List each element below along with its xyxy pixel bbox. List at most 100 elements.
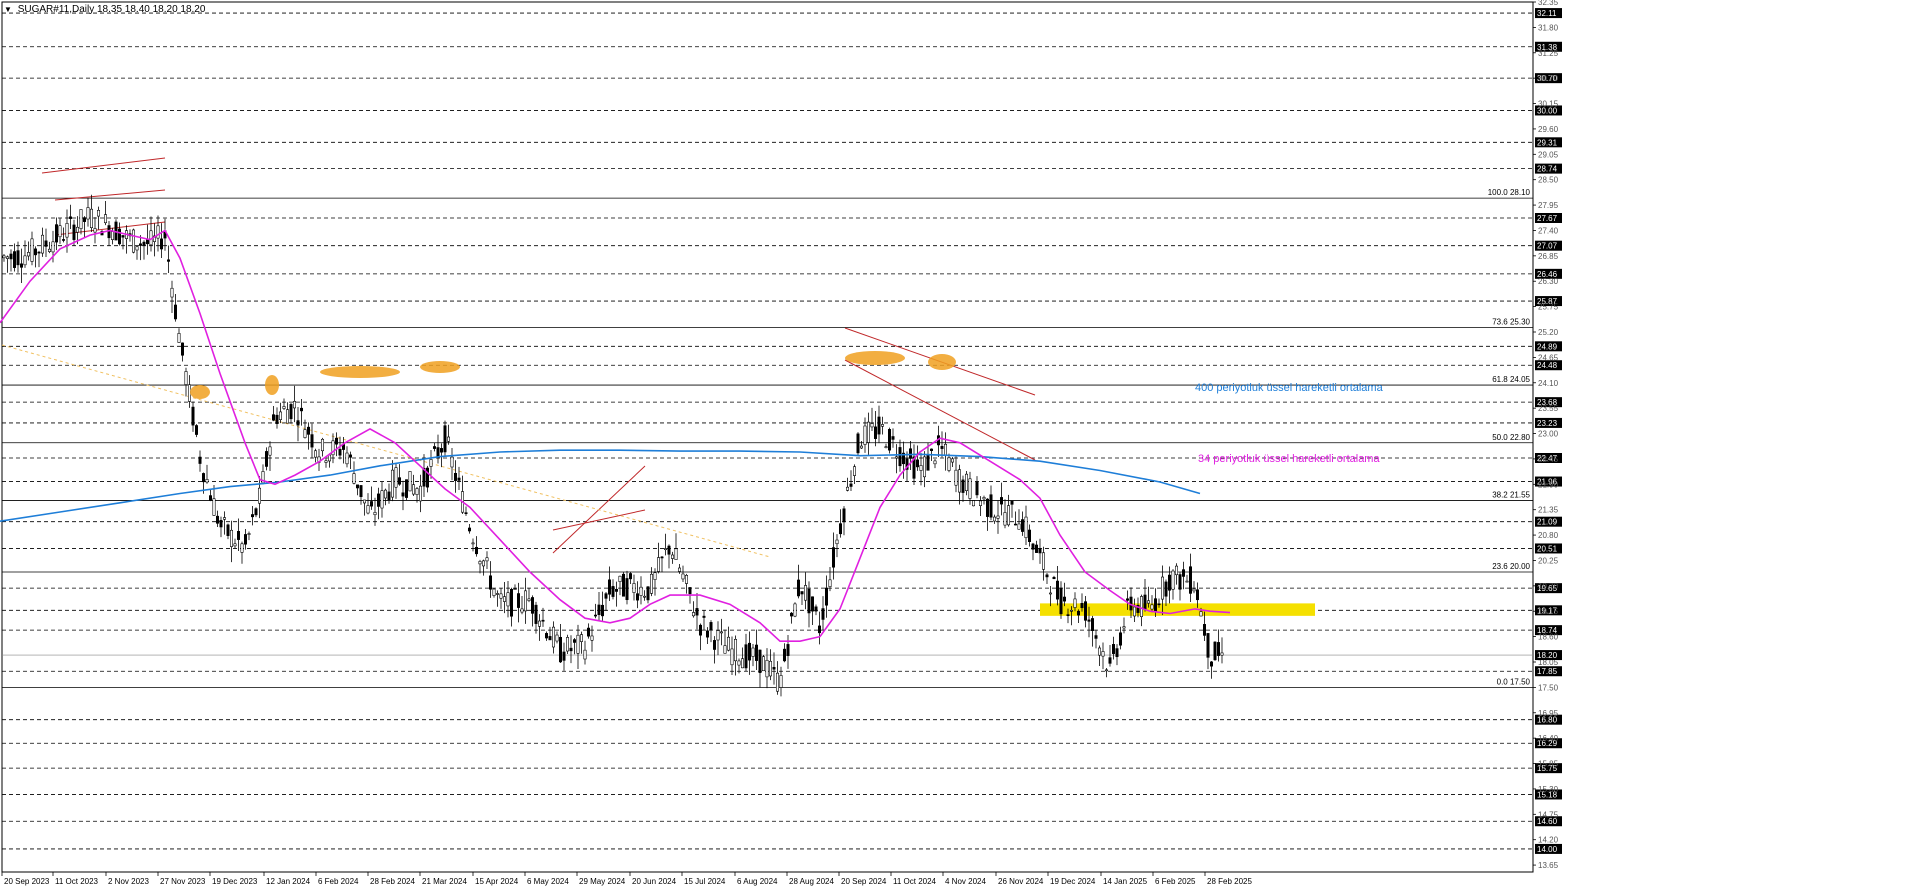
candle-body — [684, 575, 688, 584]
candle-body — [54, 224, 58, 243]
candle-body — [968, 478, 972, 499]
candle-body — [551, 626, 555, 648]
y-tick-label: 15.85 — [1538, 760, 1559, 769]
fib-label: 23.6 20.00 — [1492, 562, 1530, 571]
level-tag-label: 24.48 — [1537, 361, 1558, 370]
y-tick-label: 13.65 — [1538, 861, 1559, 870]
x-tick-label: 20 Sep 2024 — [841, 877, 887, 886]
y-tick-label: 21.35 — [1538, 506, 1559, 515]
candle-body — [537, 620, 541, 627]
candle-body — [782, 648, 786, 662]
candle-body — [817, 625, 821, 634]
candle-body — [202, 473, 206, 483]
x-tick-label: 11 Oct 2023 — [55, 877, 99, 886]
candle-body — [111, 231, 115, 240]
candle-body — [97, 210, 101, 217]
candle-body — [9, 253, 13, 260]
candle-body — [681, 573, 685, 580]
candle-body — [502, 596, 506, 602]
ema400-annotation: 400 periyotluk üssel hareketli ortalama — [1195, 382, 1384, 394]
candle-body — [915, 459, 919, 468]
fib-label: 38.2 21.55 — [1492, 490, 1530, 499]
candle-body — [184, 371, 188, 385]
y-tick-label: 25.20 — [1538, 328, 1559, 337]
candle-body — [663, 548, 667, 551]
candle-body — [894, 456, 898, 459]
price-chart[interactable]: 100.0 28.10 73.6 25.30 61.8 24.05 50.0 22.8… — [0, 0, 1916, 888]
candle-body — [807, 588, 811, 614]
candle-body — [352, 473, 356, 484]
grid-layer — [1, 1, 1534, 873]
x-tick-label: 4 Nov 2024 — [945, 877, 986, 886]
candle-body — [859, 445, 863, 449]
candle-body — [891, 436, 895, 440]
candle-body — [251, 514, 255, 518]
candle-body — [649, 573, 653, 594]
candle-body — [6, 256, 10, 259]
candle-body — [264, 451, 268, 467]
candle-body — [495, 593, 499, 595]
channel-line — [41, 157, 166, 174]
candle-body — [429, 459, 433, 467]
candle-body — [810, 596, 814, 612]
candle-body — [898, 447, 902, 467]
candle-body — [800, 591, 804, 595]
candle-body — [604, 593, 608, 599]
candle-body — [548, 636, 552, 641]
candle-body — [76, 226, 80, 233]
y-tick-label: 19.70 — [1538, 582, 1559, 591]
candle-body — [943, 443, 947, 456]
x-tick-label: 14 Jan 2025 — [1103, 877, 1148, 886]
candle-body — [355, 484, 359, 489]
candle-body — [296, 420, 300, 426]
candle-body — [632, 583, 636, 593]
candle-body — [1178, 574, 1182, 590]
candle-body — [324, 460, 328, 463]
candle-body — [1115, 648, 1119, 658]
candle-body — [996, 515, 1000, 519]
x-tick-label: 6 Aug 2024 — [737, 877, 778, 886]
candle-body — [793, 603, 797, 617]
candle-body — [446, 436, 450, 442]
x-tick-label: 29 May 2024 — [579, 877, 626, 886]
candle-body — [383, 489, 387, 499]
candle-body — [1171, 570, 1175, 590]
candle-body — [1203, 624, 1207, 636]
collapse-triangle-icon[interactable]: ▼ — [4, 5, 12, 14]
candle-body — [989, 494, 993, 518]
candle-body — [1056, 580, 1060, 600]
x-tick-label: 6 Feb 2024 — [318, 877, 359, 886]
candle-body — [534, 604, 538, 624]
candle-body — [852, 466, 856, 476]
candle-body — [492, 588, 496, 596]
candle-body — [555, 634, 559, 642]
candle-body — [1020, 519, 1024, 532]
y-tick-label: 24.10 — [1538, 379, 1559, 388]
candle-body — [271, 414, 275, 421]
candle-body — [677, 567, 681, 572]
y-tick-label: 30.70 — [1538, 74, 1559, 83]
candle-body — [390, 469, 394, 498]
candle-body — [621, 573, 625, 597]
candle-body — [831, 547, 835, 568]
candles — [2, 194, 1224, 697]
chart-area[interactable]: 100.0 28.10 73.6 25.30 61.8 24.05 50.0 22.8… — [0, 0, 1916, 888]
candle-body — [310, 434, 314, 448]
candle-body — [93, 228, 97, 233]
candle-body — [104, 214, 108, 224]
y-tick-label: 27.40 — [1538, 226, 1559, 235]
candle-body — [544, 633, 548, 639]
candle-body — [244, 534, 248, 545]
candle-body — [646, 586, 650, 601]
candle-body — [373, 512, 377, 516]
candle-body — [268, 446, 272, 456]
candle-body — [191, 406, 195, 426]
candle-body — [44, 240, 48, 247]
candle-body — [1070, 609, 1074, 612]
candle-body — [1077, 610, 1081, 616]
x-tick-label: 28 Feb 2024 — [370, 877, 415, 886]
candle-body — [1038, 548, 1042, 554]
candle-body — [530, 597, 534, 614]
candle-body — [656, 557, 660, 572]
candle-body — [541, 619, 545, 622]
